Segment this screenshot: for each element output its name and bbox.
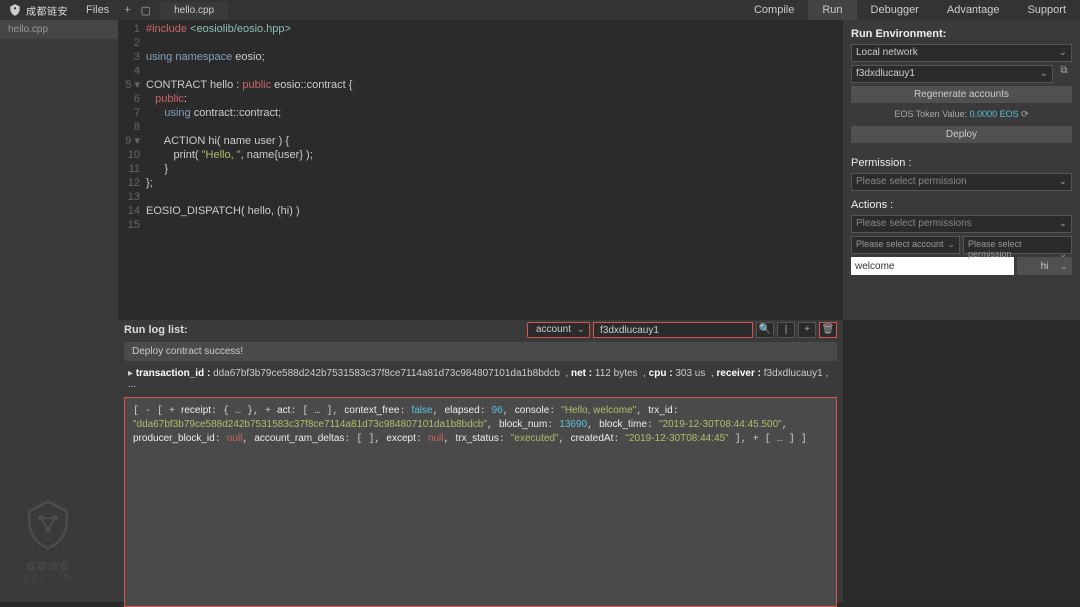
nav-support[interactable]: Support (1013, 0, 1080, 20)
shield-icon (8, 3, 22, 17)
tx-id-value: dda67bf3b79ce588d242b7531583c37f8ce7114a… (213, 368, 560, 379)
log-account-select[interactable]: account (527, 322, 590, 338)
log-account-input[interactable] (593, 322, 753, 338)
files-label[interactable]: Files (76, 4, 119, 16)
actions-title: Actions : (851, 199, 1072, 211)
actions-permissions-select[interactable]: Please select permissions (851, 215, 1072, 233)
nav-advantage[interactable]: Advantage (933, 0, 1014, 20)
code-content[interactable]: #include <eosiolib/eosio.hpp>using names… (146, 20, 843, 320)
file-sidebar: hello.cpp (0, 20, 118, 602)
token-label: EOS Token Value: (894, 109, 967, 119)
add-file-icon[interactable]: + (119, 4, 135, 16)
regenerate-accounts-button[interactable]: Regenerate accounts (851, 86, 1072, 103)
log-title: Run log list: (124, 324, 527, 336)
brand-logo: 成都链安 (0, 3, 76, 18)
network-select[interactable]: Local network (851, 44, 1072, 62)
tx-net-label: net : (571, 368, 592, 379)
run-env-title: Run Environment: (851, 28, 1072, 40)
brand-text: 成都链安 (26, 3, 68, 18)
token-value: 0.0000 EOS (970, 109, 1019, 119)
token-info: EOS Token Value: 0.0000 EOS ⟳ (851, 109, 1072, 120)
tx-receiver-label: receiver : (716, 368, 760, 379)
top-nav: Compile Run Debugger Advantage Support (740, 0, 1080, 20)
chevron-right-icon[interactable]: ▸ (128, 368, 133, 379)
line-gutter: 12345 ▾6789 ▾101112131415 (118, 20, 146, 320)
deploy-button[interactable]: Deploy (851, 126, 1072, 143)
permission-select[interactable]: Please select permission (851, 173, 1072, 191)
log-controls: account 🔍 | + 🗑 (527, 322, 837, 338)
copy-icon[interactable]: ⧉ (1056, 65, 1072, 83)
sidebar-file[interactable]: hello.cpp (0, 20, 118, 39)
nav-debugger[interactable]: Debugger (857, 0, 933, 20)
transaction-json[interactable]: [ - [ + receipt: { … }, + act: [ … ], co… (124, 397, 837, 607)
tx-receiver-value: f3dxdlucauy1 (764, 368, 823, 379)
search-icon[interactable]: 🔍 (756, 322, 774, 338)
folder-icon[interactable]: ▢ (136, 4, 156, 17)
clear-trash-icon[interactable]: 🗑 (819, 322, 837, 338)
env-account-select[interactable]: f3dxdlucauy1 (851, 65, 1053, 83)
tx-cpu-label: cpu : (649, 368, 673, 379)
transaction-summary[interactable]: ▸ transaction_id : dda67bf3b79ce588d242b… (124, 365, 837, 393)
actions-account-select[interactable]: Please select account (851, 236, 960, 254)
log-header: Run log list: account 🔍 | + 🗑 (118, 320, 843, 340)
nav-compile[interactable]: Compile (740, 0, 808, 20)
tx-cpu-value: 303 us (675, 368, 705, 379)
refresh-icon[interactable]: ⟳ (1021, 109, 1029, 119)
nav-run[interactable]: Run (808, 0, 856, 20)
action-param-input[interactable] (851, 257, 1014, 275)
tx-net-value: 112 bytes (595, 368, 638, 379)
code-editor[interactable]: 12345 ▾6789 ▾101112131415 #include <eosi… (118, 20, 843, 320)
editor-tab[interactable]: hello.cpp (160, 2, 228, 19)
tx-id-label: transaction_id : (136, 368, 210, 379)
deploy-success-message: Deploy contract success! (124, 342, 837, 361)
hi-action-button[interactable]: hi (1017, 257, 1072, 275)
run-log: Run log list: account 🔍 | + 🗑 Deploy con… (118, 320, 843, 602)
top-bar: 成都链安 Files + ▢ hello.cpp Compile Run Deb… (0, 0, 1080, 20)
divider-icon: | (777, 322, 795, 338)
actions-permission-select[interactable]: Please select permission (963, 236, 1072, 254)
run-panel: Run Environment: Local network f3dxdluca… (843, 20, 1080, 320)
add-log-icon[interactable]: + (798, 322, 816, 338)
permission-title: Permission : (851, 157, 1072, 169)
